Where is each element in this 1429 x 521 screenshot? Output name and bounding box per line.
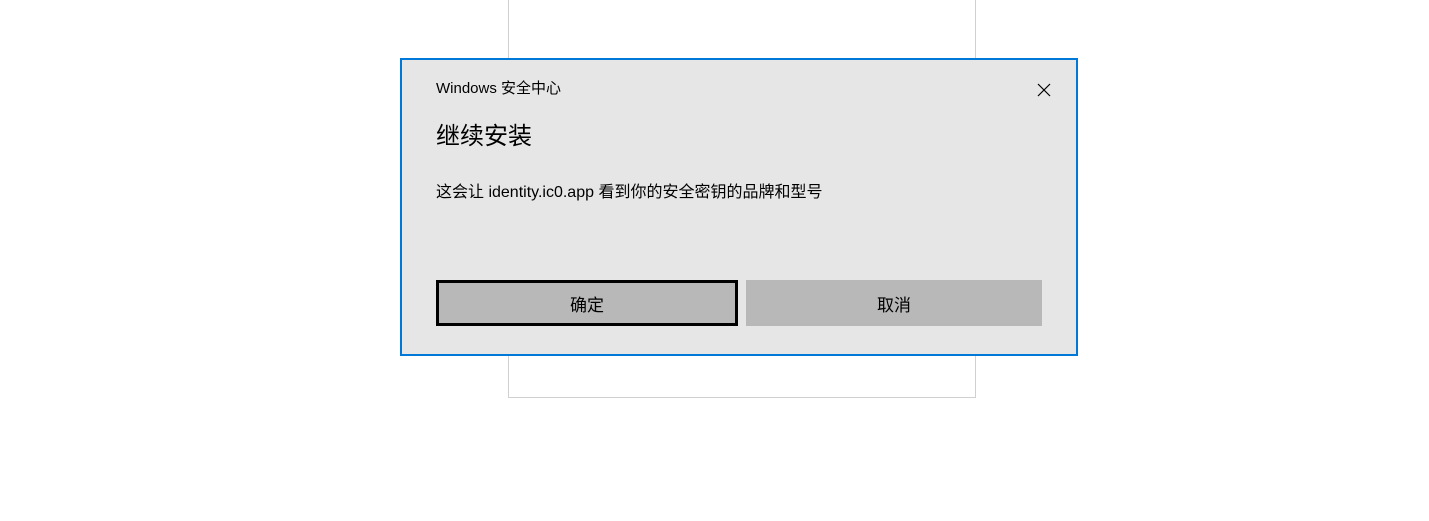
close-icon (1037, 83, 1051, 97)
dialog-header: Windows 安全中心 (402, 60, 1076, 106)
dialog-title: 继续安装 (402, 106, 1076, 151)
dialog-source-label: Windows 安全中心 (436, 78, 561, 99)
ok-button-label: 确定 (570, 291, 604, 316)
close-button[interactable] (1028, 74, 1060, 106)
ok-button[interactable]: 确定 (436, 280, 738, 326)
cancel-button[interactable]: 取消 (746, 280, 1042, 326)
dialog-button-row: 确定 取消 (436, 280, 1042, 326)
dialog-message: 这会让 identity.ic0.app 看到你的安全密钥的品牌和型号 (402, 151, 1076, 205)
security-dialog: Windows 安全中心 继续安装 这会让 identity.ic0.app 看… (400, 58, 1078, 356)
cancel-button-label: 取消 (877, 291, 911, 316)
